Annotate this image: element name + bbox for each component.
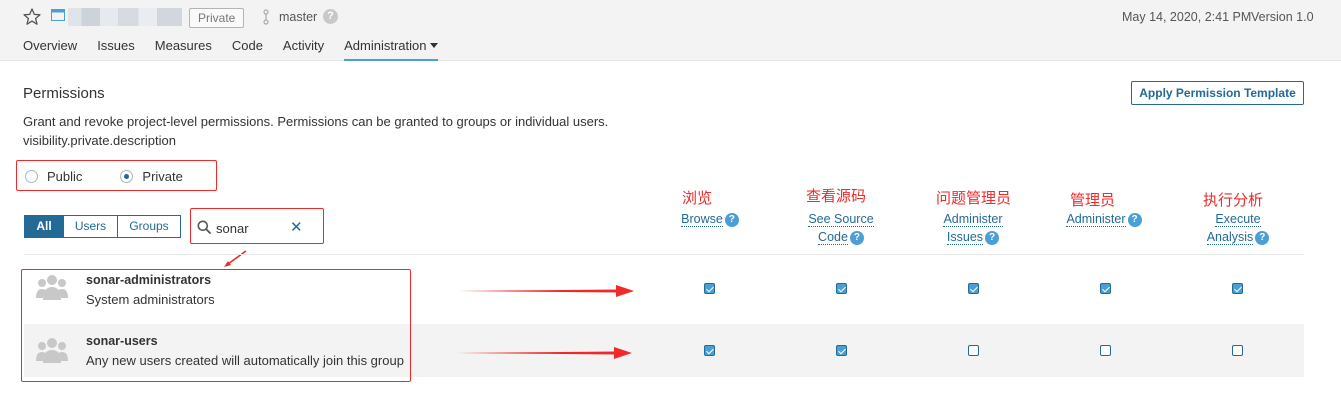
column-label-execute: Execute [1215, 212, 1261, 227]
radio-private[interactable] [120, 170, 134, 183]
tab-administration[interactable]: Administration [344, 38, 439, 61]
annotation-arrow-right [456, 347, 632, 359]
column-header-execute-analysis[interactable]: Execute Analysis? [1188, 210, 1288, 246]
project-icon [51, 9, 65, 21]
column-header-administer-issues[interactable]: Administer Issues? [923, 210, 1023, 246]
member-filter: All Users Groups [24, 215, 181, 238]
permission-checkbox[interactable] [968, 345, 979, 356]
column-label-code: Code [818, 230, 848, 245]
column-label-issues: Issues [946, 230, 984, 245]
filter-groups-button[interactable]: Groups [118, 215, 181, 238]
annotation-box-groups [21, 269, 411, 382]
tab-measures[interactable]: Measures [155, 38, 212, 61]
tab-administration-label: Administration [344, 38, 427, 53]
column-label-browse: Browse [681, 212, 723, 227]
project-header: Private master ? May 14, 2020, 2:41 PM V… [0, 0, 1341, 61]
clear-search-icon[interactable]: ✕ [290, 220, 303, 235]
branch-icon [263, 9, 269, 25]
star-icon[interactable] [22, 7, 42, 27]
column-header-administer[interactable]: Administer? [1054, 210, 1154, 228]
column-label-analysis: Analysis [1206, 230, 1254, 245]
radio-private-label[interactable]: Private [142, 169, 182, 184]
permission-checkbox[interactable] [836, 345, 847, 356]
filter-users-button[interactable]: Users [64, 215, 118, 238]
column-label-administer: Administer [943, 212, 1003, 227]
project-name-redacted[interactable] [68, 8, 182, 26]
permission-checkbox[interactable] [704, 345, 715, 356]
tab-overview[interactable]: Overview [23, 38, 77, 61]
visibility-description: visibility.private.description [23, 133, 176, 148]
annotation-see-source: 查看源码 [806, 188, 867, 205]
page-title: Permissions [23, 85, 105, 102]
permission-checkbox[interactable] [1232, 345, 1243, 356]
tab-activity[interactable]: Activity [283, 38, 324, 61]
annotation-browse: 浏览 [682, 190, 713, 207]
column-header-see-source-code[interactable]: See Source Code? [791, 210, 891, 246]
help-icon[interactable]: ? [1127, 212, 1142, 227]
help-icon[interactable]: ? [849, 230, 864, 245]
permission-checkbox[interactable] [968, 283, 979, 294]
chevron-down-icon [430, 43, 439, 49]
search-icon [197, 220, 211, 234]
permission-checkbox[interactable] [836, 283, 847, 294]
column-label-see-source: See Source [808, 212, 874, 227]
project-nav: Overview Issues Measures Code Activity A… [23, 38, 439, 61]
visibility-badge: Private [189, 8, 245, 28]
help-icon[interactable]: ? [1255, 230, 1270, 245]
page-description: Grant and revoke project-level permissio… [23, 114, 609, 129]
filter-all-button[interactable]: All [24, 215, 64, 238]
column-header-browse[interactable]: Browse? [660, 210, 760, 228]
annotation-administer: 管理员 [1070, 192, 1116, 209]
column-label-administer-project: Administer [1066, 212, 1126, 227]
permission-checkbox[interactable] [1100, 345, 1111, 356]
annotation-administer-issues: 问题管理员 [936, 190, 1012, 207]
help-icon[interactable]: ? [724, 212, 739, 227]
annotation-arrow-right [458, 285, 634, 297]
tab-issues[interactable]: Issues [97, 38, 135, 61]
branch-name[interactable]: master [279, 10, 317, 24]
tab-code[interactable]: Code [232, 38, 263, 61]
radio-public-label[interactable]: Public [47, 169, 82, 184]
permission-checkbox[interactable] [704, 283, 715, 294]
annotation-execute-analysis: 执行分析 [1203, 192, 1264, 209]
analysis-date: May 14, 2020, 2:41 PM [1122, 10, 1252, 24]
visibility-selector: Public Private [25, 169, 183, 184]
permission-checkbox[interactable] [1100, 283, 1111, 294]
help-icon[interactable]: ? [985, 230, 1000, 245]
permission-checkbox[interactable] [1232, 283, 1243, 294]
apply-permission-template-button[interactable]: Apply Permission Template [1131, 81, 1304, 105]
project-version: Version 1.0 [1251, 10, 1314, 24]
search-input-value[interactable]: sonar [216, 221, 249, 236]
branch-help-icon[interactable]: ? [323, 9, 338, 24]
table-divider [24, 254, 1304, 255]
radio-public[interactable] [25, 170, 38, 183]
